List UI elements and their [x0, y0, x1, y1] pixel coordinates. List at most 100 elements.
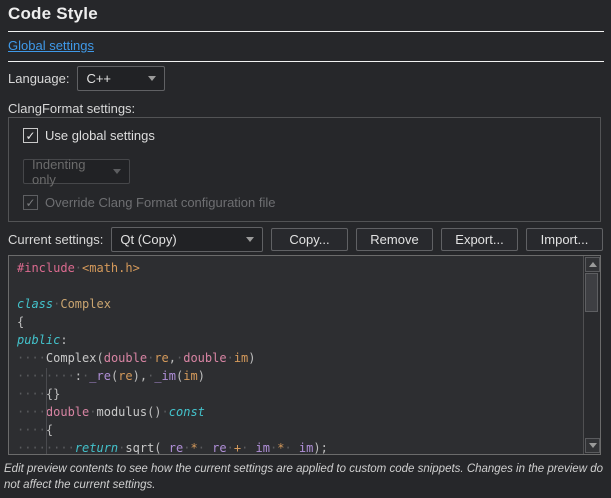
- code-line: ····double·modulus()·const: [17, 403, 582, 421]
- use-global-settings-row: ✓ Use global settings: [23, 127, 155, 144]
- language-row: Language: C++: [8, 66, 165, 91]
- code-token-ws: ·: [284, 441, 291, 455]
- code-line: {: [17, 313, 582, 331]
- code-token-str: im: [183, 369, 197, 383]
- code-token-kw: public: [17, 333, 60, 347]
- code-token-ws: ····: [17, 351, 46, 365]
- code-line: ····{: [17, 421, 582, 439]
- code-token-pun: ): [198, 369, 205, 383]
- code-token-op: +: [234, 441, 241, 455]
- code-token-ws: ·: [162, 405, 169, 419]
- code-token-op: *: [190, 441, 197, 455]
- code-token-kw: const: [169, 405, 205, 419]
- code-token-ws: ·: [227, 351, 234, 365]
- code-token-str: im: [234, 351, 248, 365]
- import-button[interactable]: Import...: [526, 228, 603, 251]
- code-token-pun: :: [75, 369, 82, 383]
- scrollbar-thumb[interactable]: [585, 273, 598, 312]
- code-token-str: re: [118, 369, 132, 383]
- code-token-typename: Complex: [60, 297, 111, 311]
- code-preview-editor[interactable]: #include·<math.h>class·Complex{public:··…: [8, 255, 601, 455]
- code-line: class·Complex: [17, 295, 582, 313]
- code-token-type: double: [46, 405, 89, 419]
- code-token-field: _im: [154, 369, 176, 383]
- use-global-settings-label: Use global settings: [45, 128, 155, 143]
- scrollbar-down-button[interactable]: [585, 438, 600, 453]
- chevron-down-icon: [589, 443, 597, 448]
- code-token-fn: sqrt: [125, 441, 154, 455]
- remove-button[interactable]: Remove: [356, 228, 433, 251]
- code-line: ········return·sqrt(_re·*·_re·+·_im·*·_i…: [17, 439, 582, 455]
- code-line: public:: [17, 331, 582, 349]
- code-token-pun: (): [147, 405, 161, 419]
- check-icon: ✓: [25, 197, 35, 209]
- current-settings-row: Current settings: Qt (Copy) Copy... Remo…: [8, 227, 603, 251]
- code-token-field: _im: [292, 441, 314, 455]
- code-token-pun: ),: [133, 369, 147, 383]
- code-token-ws: ····: [17, 405, 46, 419]
- chevron-down-icon: [148, 76, 156, 81]
- copy-button[interactable]: Copy...: [271, 228, 348, 251]
- code-token-type: double: [183, 351, 226, 365]
- code-token-ws: ····: [17, 423, 46, 437]
- code-token-pun: (: [96, 351, 103, 365]
- code-line: ········:·_re(re),·_im(im): [17, 367, 582, 385]
- code-token-kw: class: [17, 297, 53, 311]
- code-line: #include·<math.h>: [17, 259, 582, 277]
- current-settings-label: Current settings:: [8, 232, 103, 247]
- current-settings-combobox[interactable]: Qt (Copy): [111, 227, 263, 252]
- code-token-pun: ): [248, 351, 255, 365]
- code-token-str: <math.h>: [82, 261, 140, 275]
- code-token-field: _re: [89, 369, 111, 383]
- code-token-str: re: [154, 351, 168, 365]
- code-token-pun: {: [17, 315, 24, 329]
- code-token-ws: ·: [227, 441, 234, 455]
- language-label: Language:: [8, 71, 69, 86]
- formatting-mode-combobox[interactable]: Indenting only: [23, 159, 130, 184]
- clangformat-settings-label: ClangFormat settings:: [8, 101, 135, 116]
- global-settings-link[interactable]: Global settings: [8, 38, 94, 53]
- code-token-pp: #include: [17, 261, 75, 275]
- override-config-row: ✓ Override Clang Format configuration fi…: [23, 194, 276, 211]
- export-button[interactable]: Export...: [441, 228, 518, 251]
- chevron-up-icon: [589, 262, 597, 267]
- title-separator: [8, 31, 604, 32]
- page-title: Code Style: [8, 4, 98, 24]
- code-token-type: double: [104, 351, 147, 365]
- code-token-field: _re: [205, 441, 227, 455]
- scrollbar-up-button[interactable]: [585, 257, 600, 272]
- code-line: [17, 277, 582, 295]
- override-config-checkbox[interactable]: ✓: [23, 195, 38, 210]
- current-settings-value: Qt (Copy): [120, 232, 236, 247]
- code-token-pun: :: [60, 333, 67, 347]
- editor-vertical-scrollbar[interactable]: [583, 256, 600, 454]
- code-token-ws: ·: [198, 441, 205, 455]
- use-global-settings-checkbox[interactable]: ✓: [23, 128, 38, 143]
- code-line: ····Complex(double·re,·double·im): [17, 349, 582, 367]
- code-line: ····{}: [17, 385, 582, 403]
- code-token-pun: );: [313, 441, 327, 455]
- clangformat-groupbox: ✓ Use global settings Indenting only ✓ O…: [8, 117, 601, 222]
- code-token-pun: ,: [169, 351, 176, 365]
- chevron-down-icon: [246, 237, 254, 242]
- code-token-pun: (: [154, 441, 161, 455]
- footer-help-text: Edit preview contents to see how the cur…: [4, 461, 606, 493]
- override-config-label: Override Clang Format configuration file: [45, 195, 276, 210]
- code-token-pun: {}: [46, 387, 60, 401]
- code-token-ws: ·: [89, 405, 96, 419]
- chevron-down-icon: [113, 169, 121, 174]
- code-token-ws: ·: [75, 261, 82, 275]
- code-token-field: _re: [162, 441, 184, 455]
- check-icon: ✓: [25, 130, 35, 142]
- code-token-ws: ····: [17, 387, 46, 401]
- language-value: C++: [86, 71, 138, 86]
- code-token-fn: modulus: [97, 405, 148, 419]
- indent-guide-line: [46, 368, 47, 454]
- code-token-kw: return: [75, 441, 118, 455]
- link-separator: [8, 61, 604, 62]
- code-lines: #include·<math.h>class·Complex{public:··…: [17, 259, 582, 455]
- code-token-fn: Complex: [46, 351, 97, 365]
- language-combobox[interactable]: C++: [77, 66, 165, 91]
- formatting-mode-value: Indenting only: [32, 157, 103, 187]
- code-token-field: _im: [248, 441, 270, 455]
